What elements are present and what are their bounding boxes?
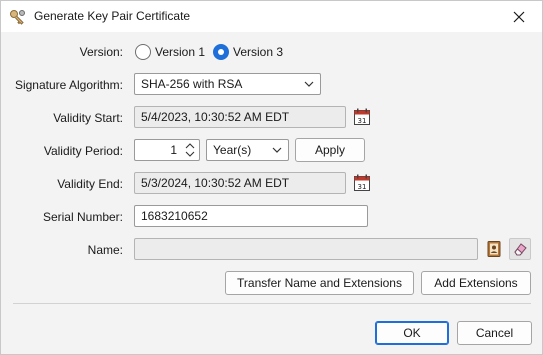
- signature-algorithm-value: SHA-256 with RSA: [141, 77, 243, 91]
- clear-name-button[interactable]: [509, 238, 531, 260]
- validity-period-label: Validity Period:: [43, 144, 123, 158]
- svg-text:31: 31: [358, 183, 367, 191]
- validity-period-amount: 1: [170, 143, 177, 157]
- close-button[interactable]: [496, 1, 542, 32]
- version-1-radio[interactable]: [135, 44, 151, 60]
- edit-name-button[interactable]: [483, 238, 505, 260]
- add-extensions-button[interactable]: Add Extensions: [421, 271, 531, 295]
- validity-start-calendar-button[interactable]: 31: [351, 106, 373, 128]
- validity-period-unit-select[interactable]: Year(s): [206, 139, 289, 161]
- chevron-down-icon: [304, 81, 314, 87]
- version-3-radio[interactable]: [213, 44, 229, 60]
- validity-end-field: 5/3/2024, 10:30:52 AM EDT: [134, 172, 346, 194]
- ok-button[interactable]: OK: [375, 321, 449, 345]
- serial-number-input[interactable]: 1683210652: [134, 205, 368, 227]
- chevron-down-icon: [272, 147, 282, 153]
- divider: [13, 303, 531, 304]
- key-pair-icon: [10, 10, 25, 25]
- spinner-arrows-icon[interactable]: [185, 142, 195, 158]
- name-label: Name:: [87, 243, 123, 257]
- signature-algorithm-label: Signature Algorithm:: [14, 78, 123, 92]
- version-1-label[interactable]: Version 1: [155, 44, 205, 60]
- eraser-icon: [514, 243, 527, 256]
- validity-period-spinner[interactable]: 1: [134, 139, 200, 161]
- validity-end-label: Validity End:: [57, 177, 123, 191]
- version-label: Version:: [79, 45, 123, 59]
- validity-start-field: 5/4/2023, 10:30:52 AM EDT: [134, 106, 346, 128]
- signature-algorithm-select[interactable]: SHA-256 with RSA: [134, 73, 321, 95]
- version-3-label[interactable]: Version 3: [233, 44, 283, 60]
- svg-text:31: 31: [358, 117, 367, 125]
- close-icon: [513, 11, 525, 22]
- serial-number-label: Serial Number:: [42, 210, 123, 224]
- transfer-name-extensions-button[interactable]: Transfer Name and Extensions: [225, 271, 414, 295]
- validity-period-unit: Year(s): [213, 143, 252, 157]
- name-field[interactable]: [134, 238, 478, 260]
- validity-end-value: 5/3/2024, 10:30:52 AM EDT: [141, 176, 290, 190]
- validity-start-value: 5/4/2023, 10:30:52 AM EDT: [141, 110, 290, 124]
- window-title: Generate Key Pair Certificate: [34, 9, 191, 23]
- serial-number-value: 1683210652: [141, 209, 208, 223]
- title-bar: Generate Key Pair Certificate: [1, 1, 542, 32]
- validity-end-calendar-button[interactable]: 31: [351, 172, 373, 194]
- cancel-button[interactable]: Cancel: [457, 321, 532, 345]
- calendar-icon: 31: [354, 174, 370, 191]
- calendar-icon: 31: [354, 108, 370, 125]
- apply-button[interactable]: Apply: [295, 138, 365, 162]
- dialog-window: Generate Key Pair Certificate Version: V…: [0, 0, 543, 355]
- address-book-icon: [487, 241, 501, 257]
- validity-start-label: Validity Start:: [53, 111, 123, 125]
